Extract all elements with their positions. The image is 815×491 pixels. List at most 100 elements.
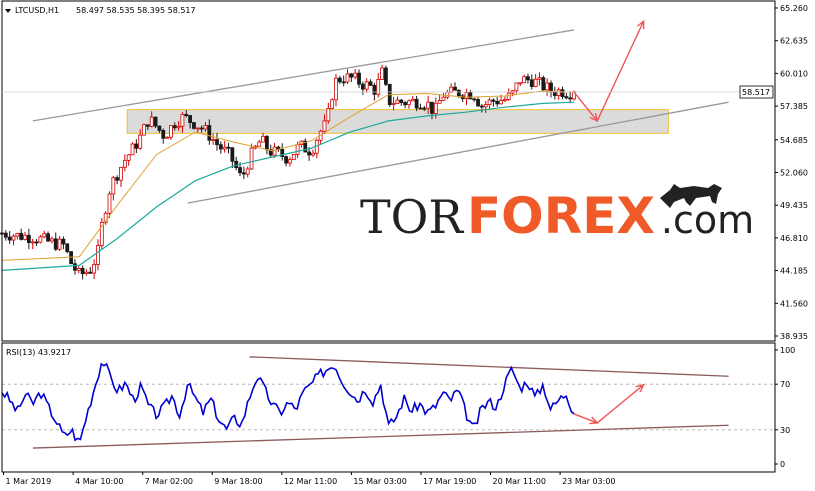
candle-body: [130, 143, 135, 156]
price-tick-label: 54.685: [780, 136, 808, 145]
candle-body: [453, 86, 457, 91]
candle-body: [34, 241, 39, 244]
rsi-tick-label: 70: [780, 380, 790, 389]
price-tick-label: 41.560: [780, 299, 808, 308]
candle-body: [3, 232, 8, 238]
candle-body: [126, 154, 131, 161]
candle-body: [218, 144, 223, 150]
candle-body: [222, 146, 227, 150]
candle-body: [245, 168, 250, 175]
candle-body: [380, 67, 384, 80]
time-tick-label: 12 Mar 11:00: [284, 477, 337, 486]
candle-body: [518, 82, 523, 85]
candle-body: [491, 99, 496, 102]
candle-body: [399, 99, 404, 103]
candle-body: [426, 101, 431, 109]
candle-body: [433, 102, 438, 114]
rsi-label: RSI(13) 43.9217: [6, 348, 71, 357]
candle-body: [384, 67, 388, 85]
candle-body: [272, 146, 277, 156]
candle-body: [522, 76, 527, 84]
candle-body: [472, 98, 477, 101]
candle-body: [564, 96, 569, 99]
candle-body: [322, 120, 327, 132]
candle-body: [364, 81, 369, 90]
candle-body: [353, 72, 358, 78]
candle-body: [487, 99, 492, 105]
candle-body: [238, 167, 242, 174]
candle-body: [42, 233, 47, 238]
symbol-label: LTCUSD,H1: [15, 6, 59, 15]
candle-body: [115, 177, 120, 181]
candle-body: [495, 100, 500, 105]
candle-body: [407, 100, 411, 106]
candle-body: [349, 73, 354, 78]
time-tick-label: 15 Mar 03:00: [353, 477, 406, 486]
price-tick-label: 65.260: [780, 4, 808, 13]
time-tick-label: 9 Mar 18:00: [214, 477, 262, 486]
candle-body: [503, 99, 507, 102]
price-tick-label: 44.185: [780, 267, 808, 276]
watermark-tor: TOR: [360, 190, 464, 244]
candle-body: [395, 99, 400, 104]
candle-body: [537, 77, 542, 80]
chart-background: [0, 0, 815, 491]
candle-body: [414, 98, 419, 109]
candle-body: [46, 233, 50, 242]
candle-body: [284, 156, 288, 164]
candle-body: [533, 78, 538, 87]
candle-body: [345, 73, 350, 83]
candle-body: [169, 125, 173, 138]
candle-body: [291, 153, 296, 161]
candle-body: [107, 193, 112, 214]
candle-body: [499, 100, 503, 105]
candle-body: [541, 77, 546, 91]
candle-body: [92, 264, 97, 274]
candle-body: [249, 147, 254, 170]
candle-body: [410, 98, 415, 102]
candle-body: [184, 114, 189, 116]
price-tick-label: 49.435: [780, 201, 808, 210]
candle-body: [552, 91, 557, 96]
candle-body: [84, 271, 89, 275]
watermark-forex: FOREX: [467, 187, 655, 245]
candle-body: [57, 238, 62, 250]
candle-body: [61, 238, 66, 245]
candle-body: [479, 105, 484, 108]
candle-body: [456, 89, 461, 97]
candle-body: [23, 234, 27, 240]
candle-body: [80, 267, 85, 275]
candle-body: [153, 116, 158, 127]
candle-body: [76, 267, 81, 271]
time-tick-label: 20 Mar 11:00: [493, 477, 546, 486]
candle-body: [241, 172, 246, 175]
time-tick-label: 7 Mar 02:00: [145, 477, 193, 486]
candle-body: [357, 72, 361, 85]
candle-body: [261, 135, 265, 143]
candle-body: [468, 92, 473, 100]
candle-body: [134, 143, 139, 149]
candle-body: [264, 135, 269, 151]
candle-body: [560, 89, 565, 98]
candle-body: [372, 84, 377, 95]
candle-body: [11, 235, 16, 241]
candle-body: [529, 79, 534, 87]
time-tick-label: 4 Mar 10:00: [75, 477, 123, 486]
candle-body: [418, 107, 423, 110]
candle-body: [360, 83, 365, 90]
candle-body: [65, 243, 70, 253]
candle-body: [556, 89, 561, 96]
candle-body: [526, 76, 530, 81]
candle-body: [288, 159, 292, 164]
time-tick-label: 23 Mar 03:00: [562, 477, 615, 486]
candle-body: [69, 251, 74, 265]
candle-body: [441, 96, 446, 101]
candle-body: [506, 92, 511, 100]
candle-body: [7, 236, 12, 241]
candle-body: [138, 134, 143, 149]
candle-body: [445, 91, 450, 98]
candle-body: [568, 97, 573, 100]
price-tick-label: 38.935: [780, 332, 808, 341]
candle-body: [15, 232, 20, 237]
candle-body: [19, 232, 24, 240]
